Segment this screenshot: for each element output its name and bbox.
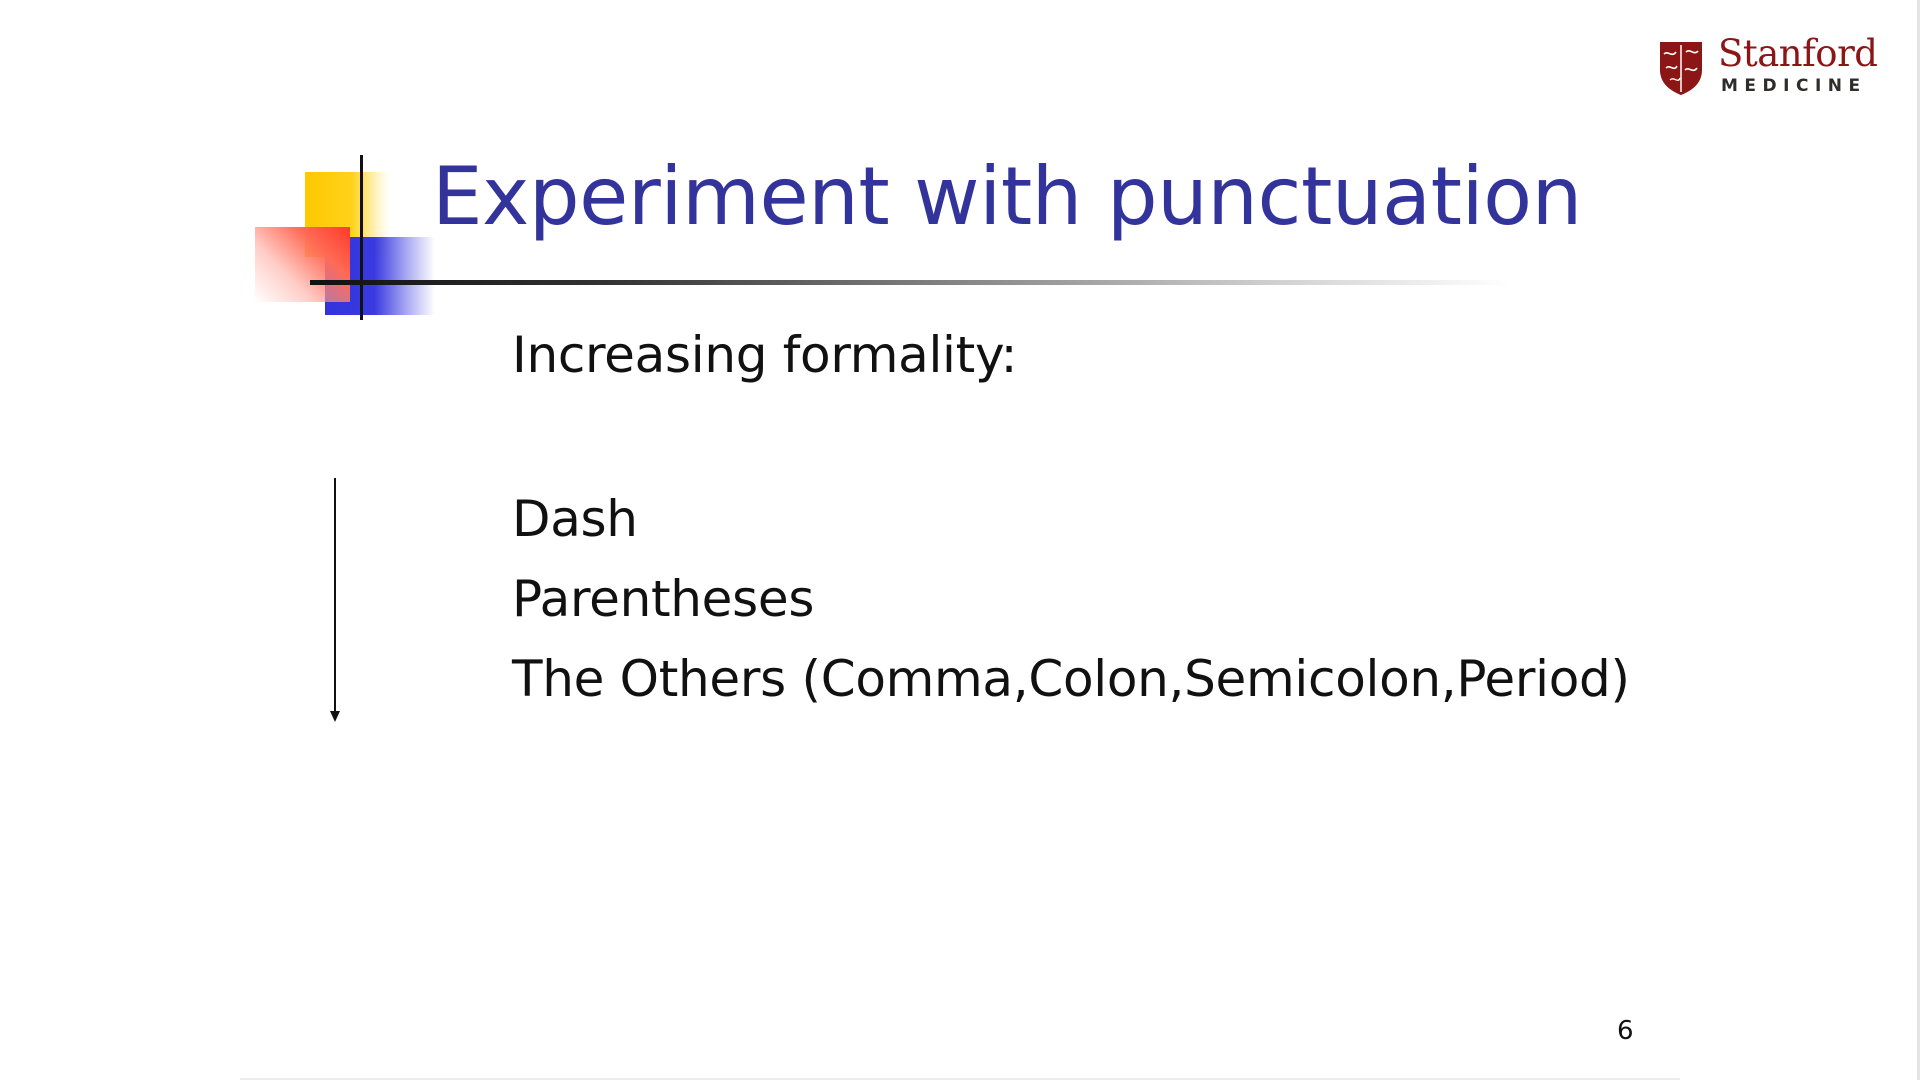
decor-vertical-line [360, 155, 363, 320]
list-item: The Others (Comma,Colon,Semicolon,Period… [512, 650, 1630, 708]
decor-red-square [255, 227, 350, 302]
page-number: 6 [1617, 1016, 1634, 1046]
intro-text: Increasing formality: [512, 326, 1018, 384]
title-decoration [255, 150, 435, 325]
title-underline [310, 280, 1510, 285]
slide-title: Experiment with punctuation [432, 150, 1582, 243]
slide: Stanford MEDICINE Experiment with punctu… [0, 0, 1920, 1080]
list-item: Parentheses [512, 570, 815, 628]
stanford-medicine-logo: Stanford MEDICINE [1658, 32, 1878, 100]
list-item: Dash [512, 490, 638, 548]
down-arrow-icon [330, 478, 340, 722]
logo-subtitle: MEDICINE [1721, 76, 1867, 96]
logo-wordmark: Stanford [1718, 32, 1878, 75]
shield-icon [1660, 42, 1702, 95]
